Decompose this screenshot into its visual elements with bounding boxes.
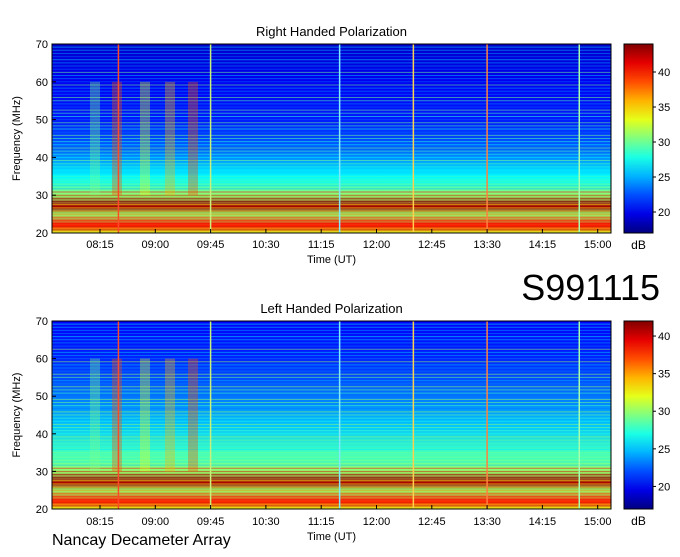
colorbar bbox=[623, 320, 654, 510]
burst-mark bbox=[112, 358, 122, 472]
x-tick-label: 11:15 bbox=[308, 239, 335, 251]
x-tick-label: 11:15 bbox=[308, 516, 335, 528]
y-tick-label: 20 bbox=[36, 228, 48, 240]
x-tick-label: 09:45 bbox=[197, 516, 225, 528]
y-tick-label: 20 bbox=[36, 504, 48, 516]
x-tick-label: 10:30 bbox=[252, 239, 280, 251]
colorbar-tick-label: 20 bbox=[658, 207, 670, 219]
y-tick-label: 30 bbox=[36, 466, 48, 478]
x-tick-label: 14:15 bbox=[529, 516, 557, 528]
x-tick-label: 09:45 bbox=[197, 239, 225, 251]
colorbar-tick-label: 30 bbox=[658, 137, 670, 149]
burst-mark bbox=[90, 358, 100, 472]
instrument-label: Nancay Decameter Array bbox=[52, 532, 231, 549]
panel-right-handed-polarization: 20 30 40 50 60 70 08:15 09:00 09:45 10:30 11:15 12:… bbox=[11, 24, 670, 266]
y-axis-label: Frequency (MHz) bbox=[11, 96, 23, 181]
y-tick-label: 50 bbox=[36, 115, 48, 127]
x-tick-label: 15:00 bbox=[584, 239, 612, 251]
y-tick-label: 50 bbox=[36, 391, 48, 403]
burst-mark bbox=[165, 358, 175, 472]
colorbar-tick-label: 25 bbox=[658, 444, 670, 456]
x-tick-label: 10:30 bbox=[252, 516, 280, 528]
x-tick-label: 12:00 bbox=[363, 239, 391, 251]
colorbar bbox=[623, 43, 654, 234]
burst-mark bbox=[165, 81, 175, 196]
y-axis-label: Frequency (MHz) bbox=[11, 373, 23, 458]
colorbar-tick-label: 40 bbox=[658, 331, 670, 343]
colorbar-tick-label: 35 bbox=[658, 369, 670, 381]
y-tick-label: 30 bbox=[36, 190, 48, 202]
y-tick-label: 40 bbox=[36, 429, 48, 441]
burst-mark bbox=[140, 81, 150, 196]
panel-title: Left Handed Polarization bbox=[260, 301, 402, 316]
y-tick-label: 60 bbox=[36, 77, 48, 89]
x-tick-label: 12:00 bbox=[363, 516, 391, 528]
x-tick-label: 12:45 bbox=[418, 239, 446, 251]
burst-mark bbox=[140, 358, 150, 472]
y-tick-label: 60 bbox=[36, 354, 48, 366]
x-axis-label: Time (UT) bbox=[307, 531, 356, 543]
x-tick-label: 15:00 bbox=[584, 516, 612, 528]
y-tick-label: 70 bbox=[36, 39, 48, 51]
colorbar-label: dB bbox=[631, 238, 646, 252]
x-tick-label: 13:30 bbox=[473, 239, 501, 251]
burst-mark bbox=[90, 81, 100, 196]
x-tick-label: 08:15 bbox=[86, 516, 114, 528]
colorbar-tick-label: 20 bbox=[658, 481, 670, 493]
x-tick-label: 12:45 bbox=[418, 516, 446, 528]
panel-title: Right Handed Polarization bbox=[256, 24, 407, 39]
colorbar-label: dB bbox=[631, 514, 646, 528]
spectrogram-figure: 20 30 40 50 60 70 08:15 09:00 09:45 10:30 11:15 12:… bbox=[0, 0, 680, 552]
x-tick-label: 09:00 bbox=[142, 239, 170, 251]
burst-mark bbox=[188, 81, 198, 196]
y-tick-label: 40 bbox=[36, 152, 48, 164]
panel-left-handed-polarization: 20 30 40 50 60 70 08:15 09:00 09:45 10:30 11:15 12:… bbox=[11, 301, 670, 543]
x-tick-label: 14:15 bbox=[529, 239, 557, 251]
y-tick-label: 70 bbox=[36, 316, 48, 328]
colorbar-tick-label: 25 bbox=[658, 172, 670, 184]
x-tick-label: 08:15 bbox=[86, 239, 114, 251]
observation-id: S991115 bbox=[521, 267, 660, 308]
colorbar-tick-label: 40 bbox=[658, 67, 670, 79]
colorbar-tick-label: 35 bbox=[658, 102, 670, 114]
burst-mark bbox=[188, 358, 198, 472]
burst-mark bbox=[112, 81, 122, 196]
figure-canvas: 20 30 40 50 60 70 08:15 09:00 09:45 10:30 11:15 12:… bbox=[11, 24, 670, 549]
x-tick-label: 09:00 bbox=[142, 516, 170, 528]
x-tick-label: 13:30 bbox=[473, 516, 501, 528]
colorbar-tick-label: 30 bbox=[658, 406, 670, 418]
x-axis-label: Time (UT) bbox=[307, 254, 356, 266]
